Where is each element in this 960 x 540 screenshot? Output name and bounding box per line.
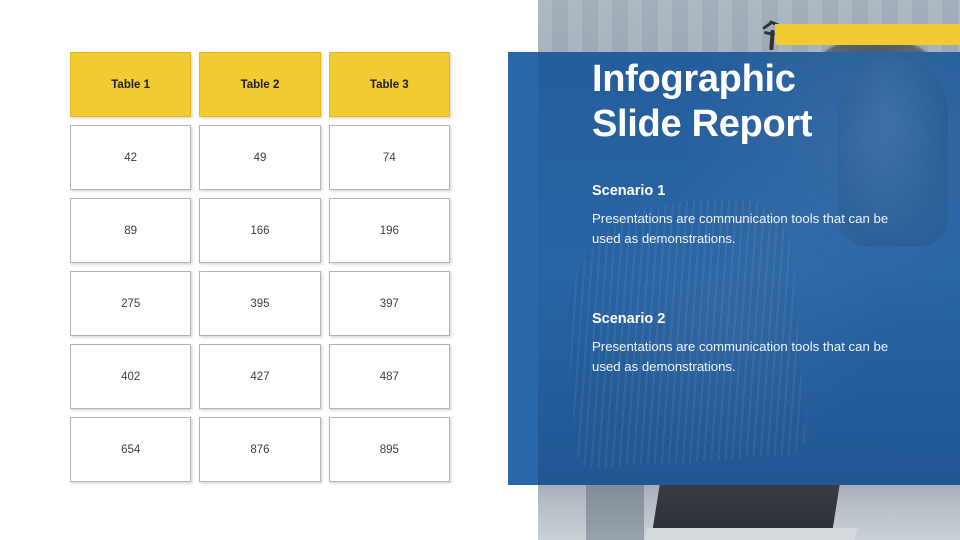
table-cell: 42	[70, 125, 192, 190]
table-row: 42 49 74	[70, 125, 450, 190]
table-cell: 402	[70, 344, 192, 409]
accent-bar	[775, 24, 960, 45]
blue-content-panel: Infographic Slide Report Scenario 1 Pres…	[508, 52, 960, 485]
table-cell: 395	[199, 271, 321, 336]
slide-canvas: Infographic Slide Report Scenario 1 Pres…	[0, 0, 960, 540]
table-header-row: Table 1 Table 2 Table 3	[70, 52, 450, 117]
laptop-icon	[652, 484, 840, 532]
scenario-1-body: Presentations are communication tools th…	[592, 211, 889, 246]
table-cell: 49	[199, 125, 321, 190]
table-row: 654 876 895	[70, 417, 450, 482]
table-header-cell-1: Table 1	[70, 52, 192, 117]
table-cell: 89	[70, 198, 192, 263]
page-title: Infographic Slide Report	[592, 58, 813, 145]
table-row: 275 395 397	[70, 271, 450, 336]
table-cell: 397	[328, 271, 450, 336]
scenario-block-1: Scenario 1 Presentations are communicati…	[592, 182, 910, 248]
table-cell: 895	[328, 417, 450, 482]
scenario-block-2: Scenario 2 Presentations are communicati…	[592, 310, 910, 376]
photo-person-legs	[586, 478, 644, 540]
table-row: 89 166 196	[70, 198, 450, 263]
table-cell: 275	[70, 271, 192, 336]
table-cell: 74	[328, 125, 450, 190]
table-row: 402 427 487	[70, 344, 450, 409]
scenario-2-body: Presentations are communication tools th…	[592, 339, 889, 374]
data-table: Table 1 Table 2 Table 3 42 49 74 89 166 …	[70, 52, 450, 482]
table-cell: 166	[199, 198, 321, 263]
table-header-cell-3: Table 3	[328, 52, 450, 117]
table-header-cell-2: Table 2	[199, 52, 321, 117]
table-cell: 487	[328, 344, 450, 409]
scenario-1-heading: Scenario 1	[592, 183, 666, 199]
table-cell: 196	[328, 198, 450, 263]
table-cell: 654	[70, 417, 192, 482]
table-cell: 427	[199, 344, 321, 409]
table-cell: 876	[199, 417, 321, 482]
panel-content: Infographic Slide Report Scenario 1 Pres…	[592, 52, 942, 485]
laptop-base	[645, 528, 857, 540]
scenario-2-heading: Scenario 2	[592, 311, 666, 327]
